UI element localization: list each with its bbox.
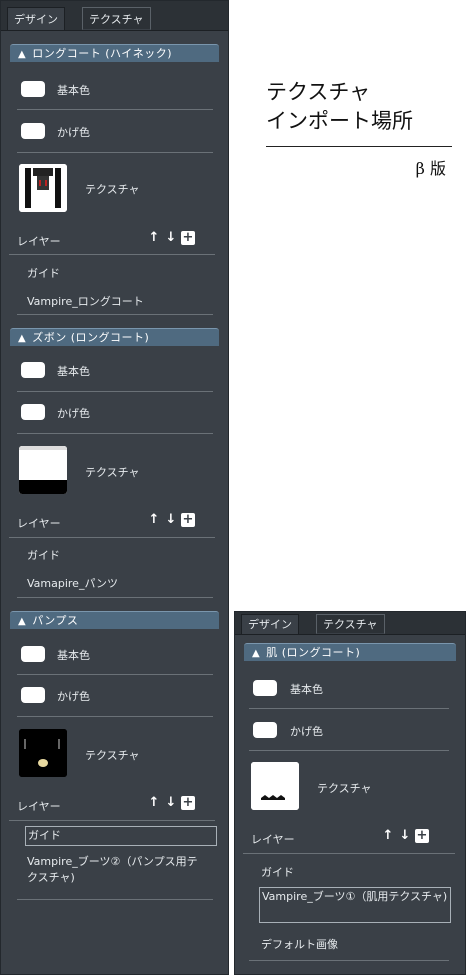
divider	[243, 853, 455, 854]
base-color-swatch[interactable]	[21, 81, 45, 97]
arrow-down-icon[interactable]: ↓	[164, 513, 178, 527]
base-color-swatch[interactable]	[21, 646, 45, 662]
texture-label: テクスチャ	[85, 466, 140, 479]
texture-label: テクスチャ	[85, 749, 140, 762]
tab-design[interactable]: デザイン	[241, 614, 299, 634]
arrow-up-icon[interactable]: ↑	[147, 513, 161, 527]
shadow-color-swatch[interactable]	[21, 404, 45, 420]
plus-icon[interactable]: +	[181, 796, 195, 810]
caret-up-icon[interactable]: ▲	[18, 49, 26, 60]
texture-thumbnail[interactable]	[19, 729, 67, 777]
arrow-down-icon[interactable]: ↓	[398, 829, 412, 843]
texture-thumbnail[interactable]	[19, 446, 67, 494]
arrow-down-icon[interactable]: ↓	[164, 231, 178, 245]
divider	[17, 109, 213, 110]
pumps-texture-image	[19, 729, 67, 777]
plus-icon[interactable]: +	[415, 829, 429, 843]
layer-item[interactable]: Vamapire_パンツ	[27, 575, 118, 591]
base-color-label: 基本色	[57, 649, 90, 662]
base-color-label: 基本色	[57, 84, 90, 97]
arrow-up-icon[interactable]: ↑	[381, 829, 395, 843]
section-header-pumps[interactable]: ▲ パンプス	[10, 611, 219, 629]
divider	[17, 899, 213, 900]
beta-badge: β 版	[415, 159, 446, 178]
arrow-down-icon[interactable]: ↓	[164, 796, 178, 810]
shadow-color-label: かげ色	[57, 407, 90, 420]
base-color-swatch[interactable]	[253, 680, 277, 696]
base-color-label: 基本色	[57, 365, 90, 378]
tab-bar: デザイン テクスチャ	[235, 612, 465, 635]
plus-icon[interactable]: +	[181, 513, 195, 527]
caret-up-icon[interactable]: ▲	[252, 648, 260, 659]
shadow-color-label: かげ色	[57, 690, 90, 703]
divider	[17, 391, 213, 392]
divider	[9, 254, 215, 255]
shadow-color-swatch[interactable]	[21, 687, 45, 703]
layer-item[interactable]: Vampire_ロングコート	[27, 293, 144, 309]
section-title: ズボン (ロングコート)	[32, 331, 150, 344]
base-color-swatch[interactable]	[21, 362, 45, 378]
layer-item[interactable]: デフォルト画像	[261, 936, 338, 952]
divider	[17, 597, 213, 598]
layers-label: レイヤー	[251, 833, 295, 846]
caret-up-icon[interactable]: ▲	[18, 616, 26, 627]
tab-texture[interactable]: テクスチャ	[316, 614, 385, 634]
divider	[249, 960, 449, 961]
tab-bar: デザイン テクスチャ	[1, 1, 228, 31]
divider	[249, 708, 449, 709]
texture-panel-left: デザイン テクスチャ ▲ ロングコート (ハイネック) 基本色 かげ色 テクスチャ…	[0, 0, 229, 975]
divider	[17, 433, 213, 434]
arrow-up-icon[interactable]: ↑	[147, 231, 161, 245]
skin-texture-image	[251, 762, 299, 810]
title-block: テクスチャ インポート場所	[266, 78, 456, 136]
title-line-2: インポート場所	[266, 109, 413, 133]
layer-item-selected[interactable]: ガイド	[25, 826, 217, 846]
divider	[9, 537, 215, 538]
layers-label: レイヤー	[17, 800, 61, 813]
title-underline	[266, 146, 452, 147]
layers-label: レイヤー	[17, 235, 61, 248]
divider	[17, 674, 213, 675]
divider	[17, 314, 213, 315]
layer-item[interactable]: ガイド	[27, 547, 60, 563]
title-line-1: テクスチャ	[266, 80, 371, 104]
layer-item-selected[interactable]: Vampire_ブーツ①（肌用テクスチャ)	[259, 887, 451, 923]
shadow-color-label: かげ色	[57, 126, 90, 139]
divider	[17, 152, 213, 153]
divider	[249, 750, 449, 751]
layers-label: レイヤー	[17, 517, 61, 530]
layer-controls: ↑ ↓ +	[381, 829, 429, 843]
arrow-up-icon[interactable]: ↑	[147, 796, 161, 810]
layer-controls: ↑ ↓ +	[147, 796, 195, 810]
section-header-skin[interactable]: ▲ 肌 (ロングコート)	[244, 643, 456, 661]
section-header-longcoat[interactable]: ▲ ロングコート (ハイネック)	[10, 44, 219, 62]
layer-item[interactable]: ガイド	[27, 265, 60, 281]
divider	[9, 820, 215, 821]
texture-panel-right: デザイン テクスチャ ▲ 肌 (ロングコート) 基本色 かげ色 テクスチャ レイヤ…	[234, 611, 466, 975]
layer-controls: ↑ ↓ +	[147, 231, 195, 245]
section-title: パンプス	[32, 614, 79, 627]
layer-item[interactable]: ガイド	[261, 864, 294, 880]
shadow-color-swatch[interactable]	[253, 722, 277, 738]
tab-texture[interactable]: テクスチャ	[82, 7, 151, 30]
texture-label: テクスチャ	[317, 782, 372, 795]
section-title: 肌 (ロングコート)	[266, 646, 361, 659]
layer-controls: ↑ ↓ +	[147, 513, 195, 527]
divider	[17, 716, 213, 717]
section-header-pants[interactable]: ▲ ズボン (ロングコート)	[10, 328, 219, 346]
pants-texture-image	[19, 446, 67, 494]
shadow-color-swatch[interactable]	[21, 123, 45, 139]
base-color-label: 基本色	[290, 683, 323, 696]
texture-label: テクスチャ	[85, 183, 140, 196]
tab-design[interactable]: デザイン	[7, 7, 65, 30]
caret-up-icon[interactable]: ▲	[18, 333, 26, 344]
plus-icon[interactable]: +	[181, 231, 195, 245]
section-title: ロングコート (ハイネック)	[32, 47, 173, 60]
texture-thumbnail[interactable]	[251, 762, 299, 810]
shadow-color-label: かげ色	[290, 725, 323, 738]
layer-item[interactable]: Vampire_ブーツ②（パンプス用テクスチャ)	[27, 854, 207, 886]
